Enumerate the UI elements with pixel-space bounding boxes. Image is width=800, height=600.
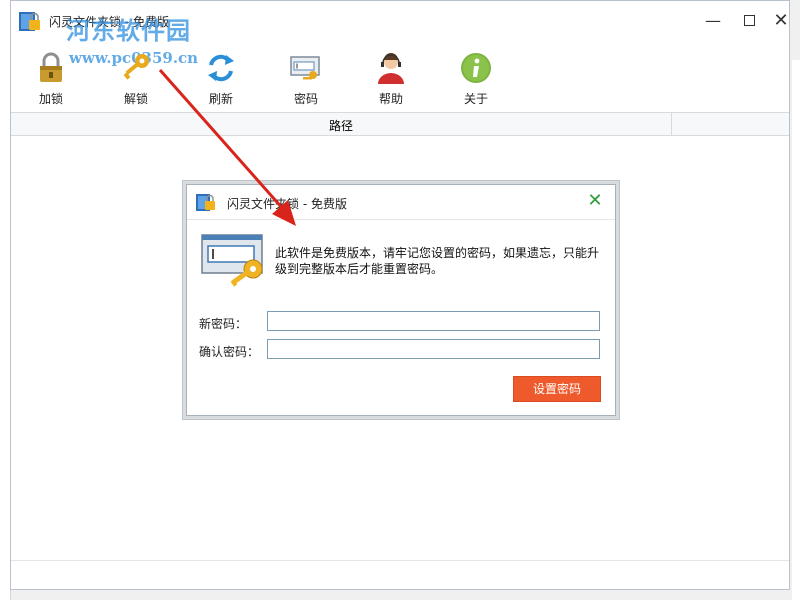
background-desktop-right [792,60,800,600]
dialog-title-bar: 闪灵文件夹锁 - 免费版 ✕ [187,185,615,220]
table-header: 路径 [11,112,789,136]
column-divider [671,113,672,135]
toolbar: 加锁 解锁 刷新 密码 帮助 关于 [11,47,789,111]
password-key-illustration-icon [201,234,263,287]
toolbar-lock-button[interactable]: 加锁 [21,47,81,107]
toolbar-lock-label: 加锁 [38,92,63,106]
status-bar-divider [11,560,789,561]
confirm-password-label: 确认密码： [199,345,260,359]
close-button[interactable]: ✕ [769,9,793,33]
toolbar-about-button[interactable]: 关于 [446,47,506,107]
set-password-button[interactable]: 设置密码 [513,376,601,402]
maximize-button[interactable] [737,9,761,33]
dialog-close-button[interactable]: ✕ [585,191,605,211]
toolbar-help-button[interactable]: 帮助 [361,47,421,107]
toolbar-refresh-label: 刷新 [208,92,233,106]
column-header-path[interactable]: 路径 [11,117,671,134]
app-folder-lock-icon [19,12,40,31]
key-icon [123,54,149,80]
new-password-input[interactable] [267,311,600,331]
toolbar-unlock-button[interactable]: 解锁 [106,47,166,107]
toolbar-about-label: 关于 [463,92,488,106]
minimize-button[interactable]: — [701,9,725,33]
dialog-folder-lock-icon [196,194,215,211]
close-icon: ✕ [587,190,603,211]
set-password-dialog: 闪灵文件夹锁 - 免费版 ✕ 此软件是免费版本，请牢记您设置的密码，如果遗忘，只… [186,184,616,416]
watermark-site-name: 河东软件园 [66,17,191,45]
support-agent-icon [378,53,404,84]
minimize-icon: — [705,11,721,30]
toolbar-password-button[interactable]: 密码 [276,47,336,107]
toolbar-refresh-button[interactable]: 刷新 [191,47,251,107]
maximize-icon [743,15,755,26]
toolbar-help-label: 帮助 [378,92,403,106]
info-icon [461,53,491,83]
refresh-icon [208,54,234,82]
new-password-label: 新密码： [199,317,248,331]
confirm-password-input[interactable] [267,339,600,359]
password-icon [290,56,320,80]
lock-icon [40,52,62,82]
dialog-message: 此软件是免费版本，请牢记您设置的密码，如果遗忘，只能升级到完整版本后才能重置密码… [275,246,600,276]
dialog-title: 闪灵文件夹锁 - 免费版 [227,197,347,211]
close-icon: ✕ [773,10,789,31]
toolbar-password-label: 密码 [293,92,318,106]
toolbar-unlock-label: 解锁 [123,92,148,106]
